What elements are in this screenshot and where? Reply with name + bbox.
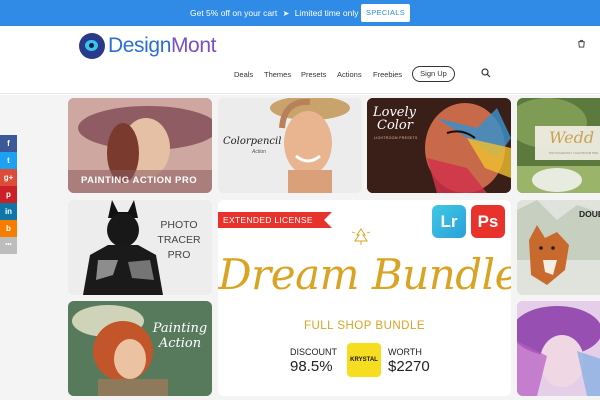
promo-text: Get 5% off on your cart ➤ Limited time o… (190, 8, 358, 18)
lovely-color-sub: LIGHTROOM PRESETS (374, 136, 418, 140)
signup-button[interactable]: Sign Up (412, 66, 455, 82)
promo-bar: Get 5% off on your cart ➤ Limited time o… (0, 0, 600, 26)
cart-icon[interactable] (577, 39, 586, 48)
colorpencil-title: Colorpencil (223, 136, 282, 147)
google-plus-icon[interactable]: g+ (0, 169, 17, 186)
promo-text-limited: Limited time only (294, 8, 359, 18)
tile-dream-bundle[interactable]: EXTENDED LICENSE Lr Ps Dream Bundle FULL… (218, 200, 511, 396)
photo-tracer-line2: TRACER (157, 234, 201, 246)
dream-bundle-title: Dream Bundle (218, 250, 511, 299)
specials-button[interactable]: SPECIALS (361, 4, 410, 22)
tile-watercolor[interactable] (517, 301, 600, 396)
tile-colorpencil[interactable]: Colorpencil Action (218, 98, 362, 193)
painting-action-title: Painting Action (152, 321, 208, 351)
tile-wedding[interactable]: Wedd PHOTOGRAPHY LIGHTROOM PRE (517, 98, 600, 193)
nav-presets[interactable]: Presets (301, 70, 326, 79)
discount-label: DISCOUNT (290, 347, 337, 357)
painting-action-pro-title: PAINTING ACTION PRO (81, 175, 198, 186)
social-share-bar: f t g+ p in b ••• (0, 135, 17, 254)
site-header: DesignMont (0, 26, 600, 94)
promo-text-offer: Get 5% off on your cart (190, 8, 278, 18)
extended-license-ribbon: EXTENDED LICENSE (218, 212, 332, 228)
wedding-title: Wedd (549, 128, 595, 147)
lightroom-badge-icon: Lr (432, 205, 466, 238)
logo-text: DesignMont (108, 34, 216, 58)
photo-tracer-line3: PRO (167, 249, 191, 261)
linkedin-icon[interactable]: in (0, 203, 17, 220)
pinterest-icon[interactable]: p (0, 186, 17, 203)
dream-bundle-subtitle: FULL SHOP BUNDLE (303, 320, 426, 332)
tile-painting-action[interactable]: Painting Action (68, 301, 212, 396)
logo-text-mont: Mont (170, 34, 217, 57)
lovely-color-line2: Color (377, 118, 413, 133)
arrow-icon: ➤ (282, 9, 290, 18)
facebook-icon[interactable]: f (0, 135, 17, 152)
logo-mark-icon (79, 33, 105, 59)
logo[interactable]: DesignMont (79, 33, 216, 59)
nav-freebies[interactable]: Freebies (373, 70, 402, 79)
photo-tracer-line1: PHOTO (160, 219, 198, 231)
wedding-sub: PHOTOGRAPHY LIGHTROOM PRE (549, 151, 599, 155)
lovely-color-title: Lovely Color (373, 106, 416, 132)
logo-text-design: Design (108, 34, 171, 57)
blogger-icon[interactable]: b (0, 220, 17, 237)
painting-action-line2: Action (158, 336, 202, 351)
photoshop-badge-icon: Ps (471, 205, 505, 238)
twitter-icon[interactable]: t (0, 152, 17, 169)
tree-icon (351, 228, 371, 245)
discount-value: 98.5% (290, 358, 333, 375)
krystal-badge: KRYSTAL (347, 343, 381, 377)
search-icon[interactable] (481, 68, 491, 78)
nav-themes[interactable]: Themes (264, 70, 291, 79)
worth-label: WORTH (388, 347, 422, 357)
nav-actions[interactable]: Actions (337, 70, 362, 79)
watercolor-image (517, 301, 600, 396)
colorpencil-sub: Action (252, 149, 266, 155)
painting-action-line1: Painting (152, 321, 208, 336)
tile-painting-action-pro[interactable]: PAINTING ACTION PRO (68, 98, 212, 193)
worth-value: $2270 (388, 358, 430, 375)
nav-deals[interactable]: Deals (234, 70, 253, 79)
tile-double[interactable]: DOUB (517, 200, 600, 295)
tile-lovely-color[interactable]: Lovely Color LIGHTROOM PRESETS (367, 98, 511, 193)
double-title: DOUB (579, 209, 600, 219)
more-icon[interactable]: ••• (0, 237, 17, 254)
photo-tracer-title: PHOTO TRACER PRO (156, 218, 202, 263)
tile-photo-tracer[interactable]: PHOTO TRACER PRO (68, 200, 212, 295)
